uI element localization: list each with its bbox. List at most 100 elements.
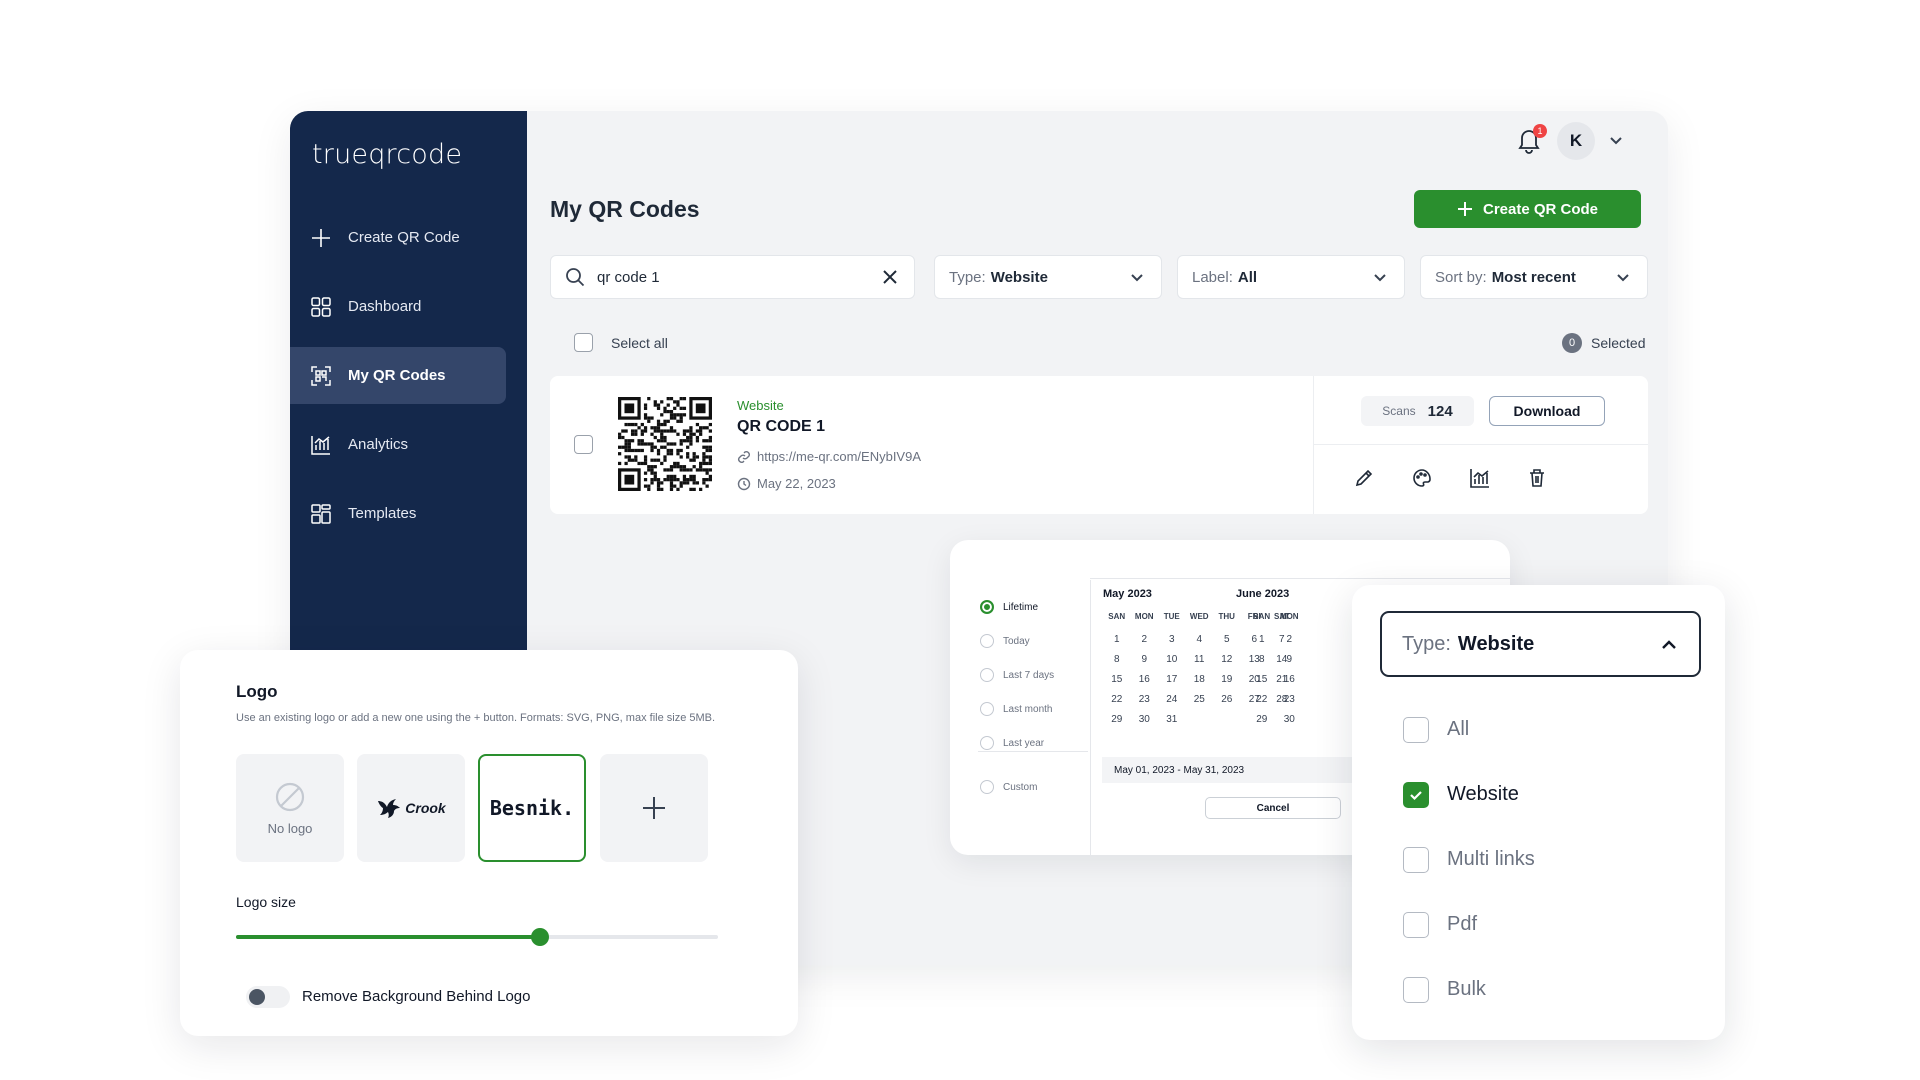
calendar-day[interactable]: 25 — [1186, 694, 1214, 705]
sidebar-item-label: Dashboard — [348, 298, 422, 315]
calendar-day[interactable]: 8 — [1248, 654, 1276, 665]
calendar-day[interactable]: 3 — [1158, 634, 1186, 645]
date-option-lifetime[interactable]: Lifetime — [980, 590, 1054, 624]
calendar-day[interactable]: 30 — [1276, 714, 1304, 725]
analytics-icon[interactable] — [1469, 467, 1491, 489]
type-option-multi-links[interactable]: Multi links — [1403, 827, 1535, 892]
type-option-pdf[interactable]: Pdf — [1403, 892, 1535, 957]
calendar-day[interactable]: 9 — [1276, 654, 1304, 665]
type-dropdown-trigger[interactable]: Type: Website — [1380, 611, 1701, 677]
qr-name[interactable]: QR CODE 1 — [737, 418, 825, 436]
edit-icon[interactable] — [1353, 467, 1375, 489]
calendar-day[interactable]: 26 — [1213, 694, 1241, 705]
calendar-day[interactable]: 30 — [1131, 714, 1159, 725]
calendar-day[interactable]: 1 — [1248, 634, 1276, 645]
logo-tile-besnik[interactable]: Besnik. — [478, 754, 586, 862]
type-option-all[interactable]: All — [1403, 697, 1535, 762]
calendar-day[interactable]: 15 — [1103, 674, 1131, 685]
calendar-day[interactable]: 12 — [1213, 654, 1241, 665]
calendar-day[interactable]: 10 — [1158, 654, 1186, 665]
calendar-day[interactable]: 18 — [1186, 674, 1214, 685]
radio — [980, 600, 994, 614]
select-all-checkbox[interactable] — [574, 333, 593, 352]
divider — [1090, 578, 1510, 579]
clear-search-button[interactable] — [882, 269, 898, 285]
sidebar-item-label: My QR Codes — [348, 367, 446, 384]
calendar-day[interactable]: 1 — [1103, 634, 1131, 645]
avatar[interactable]: K — [1557, 122, 1595, 160]
sidebar-item-templates[interactable]: Templates — [290, 485, 506, 542]
qr-code-image[interactable] — [618, 397, 712, 491]
calendar-day[interactable]: 16 — [1131, 674, 1159, 685]
date-option-last-year[interactable]: Last year — [980, 726, 1054, 760]
check-icon — [1410, 790, 1422, 800]
close-icon — [883, 270, 897, 284]
date-option-today[interactable]: Today — [980, 624, 1054, 658]
slider-fill — [236, 935, 540, 939]
calendar-day[interactable]: 17 — [1158, 674, 1186, 685]
calendar-day[interactable]: 2 — [1131, 634, 1159, 645]
chevron-down-icon — [1131, 274, 1143, 282]
select-all-label: Select all — [611, 334, 668, 351]
chart-icon — [310, 434, 332, 456]
sidebar-item-create-qr-code[interactable]: Create QR Code — [290, 209, 506, 266]
search-input[interactable]: qr code 1 — [550, 255, 915, 299]
type-filter[interactable]: Type: Website — [934, 255, 1162, 299]
download-button[interactable]: Download — [1489, 396, 1605, 426]
calendar-day[interactable]: 15 — [1248, 674, 1276, 685]
plus-icon — [643, 797, 665, 819]
add-logo-button[interactable] — [600, 754, 708, 862]
calendar-day[interactable]: 4 — [1186, 634, 1214, 645]
calendar-day[interactable]: 24 — [1158, 694, 1186, 705]
qr-url[interactable]: https://me-qr.com/ENybIV9A — [737, 449, 921, 464]
notification-button[interactable]: 1 — [1516, 124, 1547, 156]
sort-filter[interactable]: Sort by: Most recent — [1420, 255, 1648, 299]
divider — [1090, 580, 1091, 855]
sort-filter-value: Most recent — [1491, 268, 1576, 286]
calendar-day[interactable]: 23 — [1131, 694, 1159, 705]
notification-badge: 1 — [1533, 124, 1547, 138]
calendar-day[interactable]: 31 — [1158, 714, 1186, 725]
radio — [980, 634, 994, 648]
logo-tile-no-logo[interactable]: No logo — [236, 754, 344, 862]
remove-background-label: Remove Background Behind Logo — [302, 988, 531, 1005]
calendar-day[interactable]: 8 — [1103, 654, 1131, 665]
chevron-down-icon[interactable] — [1607, 131, 1625, 149]
cancel-button[interactable]: Cancel — [1205, 797, 1341, 819]
sidebar-item-analytics[interactable]: Analytics — [290, 416, 506, 473]
label-filter[interactable]: Label: All — [1177, 255, 1405, 299]
palette-icon[interactable] — [1411, 467, 1433, 489]
sidebar-item-dashboard[interactable]: Dashboard — [290, 278, 506, 335]
weekday-label: THU — [1218, 612, 1235, 621]
sidebar-item-my-qr-codes[interactable]: My QR Codes — [290, 347, 506, 404]
calendar-day[interactable]: 29 — [1248, 714, 1276, 725]
calendar-day[interactable]: 16 — [1276, 674, 1304, 685]
date-option-last-month[interactable]: Last month — [980, 692, 1054, 726]
slider-handle[interactable] — [530, 928, 549, 946]
calendar-day[interactable]: 29 — [1103, 714, 1131, 725]
date-option-label: Today — [1003, 635, 1030, 647]
plus-icon — [1457, 202, 1472, 216]
logo-title: Logo — [236, 682, 278, 701]
remove-background-toggle[interactable] — [246, 986, 290, 1008]
logo-size-slider[interactable] — [236, 928, 718, 946]
date-option-last-7-days[interactable]: Last 7 days — [980, 658, 1054, 692]
row-checkbox[interactable] — [574, 435, 593, 454]
calendar-day[interactable]: 9 — [1131, 654, 1159, 665]
date-option-custom[interactable]: Custom — [980, 770, 1054, 804]
create-qr-code-button[interactable]: Create QR Code — [1414, 190, 1641, 228]
type-dropdown-value: Website — [1457, 632, 1535, 655]
type-option-bulk[interactable]: Bulk — [1403, 957, 1535, 1022]
calendar-day[interactable]: 23 — [1276, 694, 1304, 705]
calendar-day[interactable]: 22 — [1103, 694, 1131, 705]
chevron-down-icon — [1374, 274, 1386, 282]
calendar-day[interactable]: 19 — [1213, 674, 1241, 685]
qr-icon — [310, 365, 332, 387]
calendar-day[interactable]: 5 — [1213, 634, 1241, 645]
calendar-day[interactable]: 11 — [1186, 654, 1214, 665]
calendar-day[interactable]: 2 — [1276, 634, 1304, 645]
type-option-website[interactable]: Website — [1403, 762, 1535, 827]
calendar-day[interactable]: 22 — [1248, 694, 1276, 705]
logo-tile-crook[interactable]: Crook — [357, 754, 465, 862]
trash-icon[interactable] — [1526, 467, 1548, 489]
